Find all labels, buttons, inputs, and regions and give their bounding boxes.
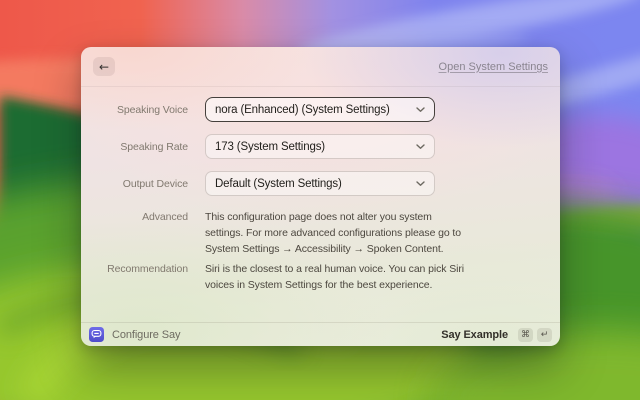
say-app-icon (89, 327, 104, 342)
output-device-label: Output Device (81, 176, 188, 192)
configure-say-window: ← Open System Settings Speaking Voice no… (81, 47, 560, 346)
output-device-row: Output Device Default (System Settings) (81, 171, 560, 196)
say-example-button[interactable]: Say Example (441, 329, 508, 341)
output-device-dropdown[interactable]: Default (System Settings) (205, 171, 435, 196)
speaking-rate-value: 173 (System Settings) (215, 141, 325, 153)
back-arrow-icon: ← (99, 60, 109, 74)
chevron-down-icon (416, 181, 425, 187)
output-device-value: Default (System Settings) (215, 178, 342, 190)
speaking-rate-dropdown[interactable]: 173 (System Settings) (205, 134, 435, 159)
speaking-voice-dropdown[interactable]: nora (Enhanced) (System Settings) (205, 97, 435, 122)
chevron-down-icon (416, 107, 425, 113)
window-footer: Configure Say Say Example ⌘ ↵ (81, 322, 560, 346)
window-header: ← Open System Settings (81, 47, 560, 87)
command-key-icon: ⌘ (518, 328, 533, 342)
open-system-settings-link[interactable]: Open System Settings (439, 61, 548, 73)
speaking-voice-label: Speaking Voice (81, 102, 188, 118)
configuration-form: Speaking Voice nora (Enhanced) (System S… (81, 87, 560, 293)
back-button[interactable]: ← (93, 57, 115, 76)
speaking-rate-label: Speaking Rate (81, 139, 188, 155)
recommendation-label: Recommendation (81, 261, 188, 277)
speaking-voice-value: nora (Enhanced) (System Settings) (215, 104, 390, 116)
recommendation-row: Recommendation Siri is the closest to a … (81, 261, 560, 293)
footer-title: Configure Say (112, 329, 180, 341)
chevron-down-icon (416, 144, 425, 150)
recommendation-text: Siri is the closest to a real human voic… (205, 261, 464, 293)
return-key-icon: ↵ (537, 328, 552, 342)
speaking-voice-row: Speaking Voice nora (Enhanced) (System S… (81, 97, 560, 122)
advanced-row: Advanced This configuration page does no… (81, 209, 560, 257)
advanced-text: This configuration page does not alter y… (205, 209, 461, 257)
advanced-label: Advanced (81, 209, 188, 225)
speaking-rate-row: Speaking Rate 173 (System Settings) (81, 134, 560, 159)
